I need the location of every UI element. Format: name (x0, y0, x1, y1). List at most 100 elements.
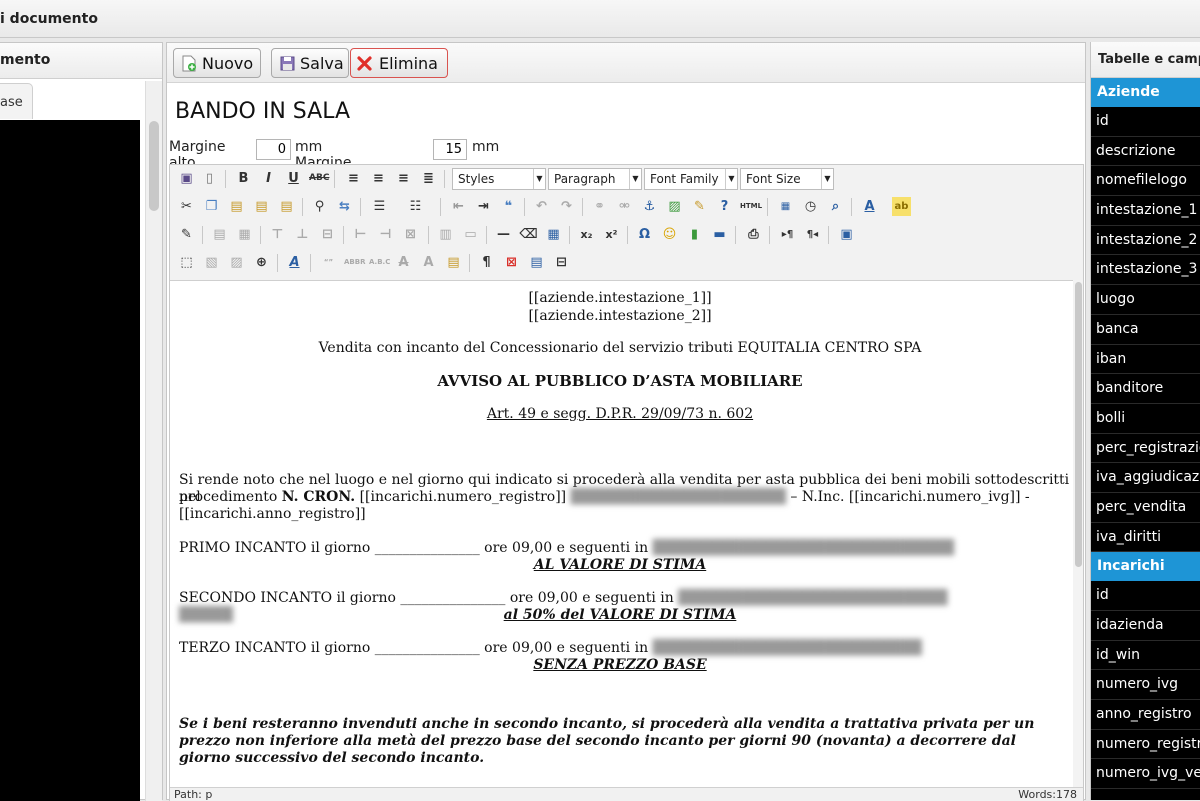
help-icon[interactable]: ? (715, 197, 734, 216)
delete-button[interactable]: Elimina (350, 48, 448, 78)
preview-icon[interactable]: ⌕ (826, 197, 845, 216)
template-icon[interactable]: ▤ (527, 253, 546, 272)
align-right-icon[interactable]: ≡ (394, 169, 413, 188)
content-scrollbar[interactable] (1073, 280, 1083, 787)
image-icon[interactable]: ▨ (665, 197, 684, 216)
anchor-icon[interactable]: ⚓ (640, 197, 659, 216)
new-document-icon[interactable]: ▯ (200, 169, 219, 188)
field-item[interactable]: id (1091, 107, 1200, 137)
align-center-icon[interactable]: ≡ (369, 169, 388, 188)
html-source-icon[interactable]: HTML (740, 197, 762, 216)
delete-text-icon[interactable]: A (394, 253, 413, 272)
field-item[interactable]: intestazione_1 (1091, 196, 1200, 226)
abbr-icon[interactable]: ABBR (344, 253, 365, 272)
delete-col-icon[interactable]: ⊠ (401, 225, 420, 244)
styleprops-icon[interactable]: A (285, 253, 304, 272)
field-item[interactable]: bolli (1091, 403, 1200, 434)
insert-hr-icon[interactable]: ▬ (710, 225, 729, 244)
split-cells-icon[interactable]: ▥ (436, 225, 455, 244)
paste-text-icon[interactable]: ▤ (252, 197, 271, 216)
field-item[interactable]: luogo (1091, 285, 1200, 315)
merge-cells-icon[interactable]: ▭ (461, 225, 480, 244)
field-item[interactable]: nomefilelogo (1091, 166, 1200, 197)
absolute-position-icon[interactable]: ⊕ (252, 253, 271, 272)
field-item[interactable]: numero_registro (1091, 729, 1200, 760)
format-select[interactable]: Paragraph ▼ (548, 168, 642, 190)
field-item[interactable]: intestazione_2 (1091, 225, 1200, 256)
insert-time-icon[interactable]: ◷ (801, 197, 820, 216)
cut-icon[interactable]: ✂ (177, 197, 196, 216)
new-button[interactable]: Nuovo (173, 48, 261, 78)
table-cell-props-icon[interactable]: ▦ (235, 225, 254, 244)
field-item[interactable]: iban (1091, 344, 1200, 375)
group-aziende[interactable]: Aziende (1091, 78, 1200, 107)
tab-base[interactable]: ase (0, 83, 33, 119)
insert-row-after-icon[interactable]: ⊥ (293, 225, 312, 244)
emoticon-icon[interactable]: ☺ (660, 225, 679, 244)
visual-chars-icon[interactable]: ¶ (477, 253, 496, 272)
field-item[interactable]: numero_ivg_vecchio (1091, 759, 1200, 790)
numbered-list-icon[interactable]: ☷ (406, 197, 425, 216)
special-char-icon[interactable]: Ω (635, 225, 654, 244)
paste-icon[interactable]: ▤ (227, 197, 246, 216)
field-item[interactable]: id (1091, 581, 1200, 611)
print-icon[interactable]: ⎙ (744, 225, 763, 244)
field-item[interactable]: intestazione_3 (1091, 255, 1200, 286)
find-icon[interactable]: ⚲ (310, 197, 329, 216)
margin-top-input[interactable] (256, 139, 291, 160)
fullscreen-icon[interactable]: ▣ (837, 225, 856, 244)
margin-left-input[interactable] (433, 139, 467, 160)
remove-format-icon[interactable]: ⌫ (519, 225, 538, 244)
move-backward-icon[interactable]: ▨ (227, 253, 246, 272)
styles-select[interactable]: Styles ▼ (452, 168, 546, 190)
acronym-icon[interactable]: A.B.C (369, 253, 390, 272)
ltr-icon[interactable]: ▸¶ (778, 225, 797, 244)
save-button[interactable]: Salva (271, 48, 349, 78)
undo-icon[interactable]: ↶ (532, 197, 551, 216)
insert-col-before-icon[interactable]: ⊢ (351, 225, 370, 244)
font-family-select[interactable]: Font Family ▼ (644, 168, 738, 190)
subscript-icon[interactable]: x₂ (577, 225, 596, 244)
group-incarichi[interactable]: Incarichi (1091, 552, 1200, 582)
text-color-icon[interactable]: A (860, 197, 879, 216)
outdent-icon[interactable]: ⇤ (449, 197, 468, 216)
field-item[interactable]: idazienda (1091, 611, 1200, 641)
align-left-icon[interactable]: ≡ (344, 169, 363, 188)
editor-content[interactable]: [[aziende.intestazione_1]] [[aziende.int… (170, 280, 1073, 787)
italic-icon[interactable]: I (259, 169, 278, 188)
field-item[interactable]: anno_registro (1091, 700, 1200, 730)
bold-icon[interactable]: B (234, 169, 253, 188)
left-scrollbar-thumb[interactable] (149, 121, 159, 211)
delete-row-icon[interactable]: ⊟ (318, 225, 337, 244)
align-justify-icon[interactable]: ≣ (419, 169, 438, 188)
save-icon[interactable]: ▣ (177, 169, 196, 188)
insert-col-after-icon[interactable]: ⊣ (376, 225, 395, 244)
field-item[interactable]: iva_diritti (1091, 522, 1200, 553)
redo-icon[interactable]: ↷ (557, 197, 576, 216)
media-icon[interactable]: ▮ (685, 225, 704, 244)
copy-icon[interactable]: ❐ (202, 197, 221, 216)
horizontal-rule-icon[interactable]: — (494, 225, 513, 244)
field-item[interactable]: iva_aggiudicazione (1091, 463, 1200, 493)
unlink-icon[interactable]: ⚮ (615, 197, 634, 216)
field-item[interactable]: descrizione (1091, 136, 1200, 167)
rtl-icon[interactable]: ¶◂ (803, 225, 822, 244)
cite-icon[interactable]: “” (319, 253, 338, 272)
insert-row-before-icon[interactable]: ⊤ (268, 225, 287, 244)
field-item[interactable]: numero_ivg (1091, 670, 1200, 701)
field-item[interactable]: id_win (1091, 640, 1200, 671)
nonbreaking-icon[interactable]: ⊠ (502, 253, 521, 272)
superscript-icon[interactable]: x² (602, 225, 621, 244)
paste-word-icon[interactable]: ▤ (277, 197, 296, 216)
table-row-props-icon[interactable]: ▤ (210, 225, 229, 244)
font-size-select[interactable]: Font Size ▼ (740, 168, 834, 190)
cleanup-icon[interactable]: ✎ (690, 197, 709, 216)
insert-text-icon[interactable]: A (419, 253, 438, 272)
field-item[interactable]: banca (1091, 314, 1200, 345)
content-scrollbar-thumb[interactable] (1075, 282, 1082, 567)
replace-icon[interactable]: ⇆ (335, 197, 354, 216)
left-scrollbar[interactable] (145, 81, 162, 801)
bullet-list-icon[interactable]: ☰ (370, 197, 389, 216)
indent-icon[interactable]: ⇥ (474, 197, 493, 216)
field-item[interactable]: perc_registrazione (1091, 433, 1200, 464)
